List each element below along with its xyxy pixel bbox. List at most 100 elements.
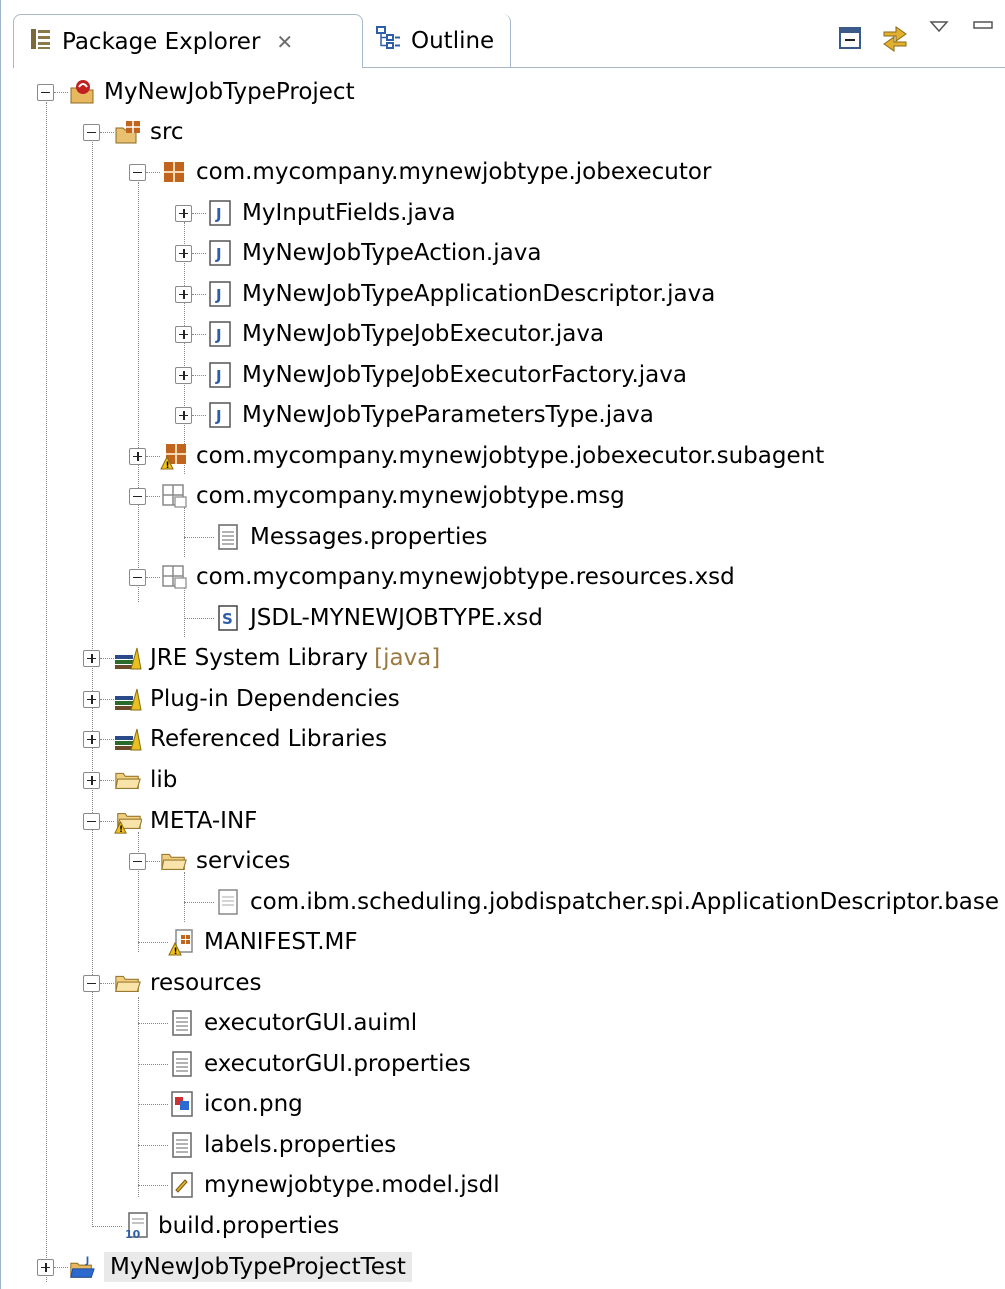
tree-item-resource-file[interactable]: mynewjobtype.model.jsdl <box>138 1165 500 1205</box>
tree-item-java-file[interactable]: J MyNewJobTypeAction.java <box>175 233 541 273</box>
tree-item-resources-folder[interactable]: resources <box>83 963 261 1003</box>
tab-package-explorer[interactable]: Package Explorer ✕ <box>13 14 363 68</box>
close-icon[interactable]: ✕ <box>276 30 293 54</box>
project-icon: J <box>68 1253 96 1281</box>
tree-item-test-project[interactable]: J MyNewJobTypeProjectTest <box>37 1247 412 1287</box>
tree-item-properties-file[interactable]: Messages.properties <box>184 517 487 557</box>
tree-item-java-file[interactable]: J MyInputFields.java <box>175 193 456 233</box>
tree-item-services-folder[interactable]: services <box>129 841 290 881</box>
outline-icon <box>375 26 401 56</box>
tree-item-package-subagent[interactable]: ! com.mycompany.mynewjobtype.jobexecutor… <box>129 436 824 476</box>
file-icon <box>214 888 242 916</box>
tree-item-label: com.mycompany.mynewjobtype.jobexecutor.s… <box>196 443 825 469</box>
tree-item-label: lib <box>150 767 178 793</box>
view-menu-icon <box>929 21 949 33</box>
expand-toggle[interactable] <box>175 204 192 222</box>
collapse-toggle[interactable] <box>83 123 100 141</box>
view-menu-button[interactable] <box>924 10 954 44</box>
tree-item-package-jobexecutor[interactable]: com.mycompany.mynewjobtype.jobexecutor <box>129 152 711 192</box>
tree-item-meta-inf-folder[interactable]: ! META-INF <box>83 801 257 841</box>
tree-item-label: MyNewJobTypeProjectTest <box>104 1252 412 1282</box>
tree-item-package-resources-xsd[interactable]: com.mycompany.mynewjobtype.resources.xsd <box>129 557 735 597</box>
expand-toggle[interactable] <box>175 244 192 262</box>
xsd-file-icon: S <box>214 604 242 632</box>
tree-item-resource-file[interactable]: labels.properties <box>138 1125 396 1165</box>
expand-toggle[interactable] <box>83 690 100 708</box>
tree-item-src[interactable]: src <box>83 112 184 152</box>
tab-divider <box>363 67 1005 68</box>
svg-text:!: ! <box>119 824 123 834</box>
tree-item-label: MyNewJobTypeParametersType.java <box>242 402 654 428</box>
properties-file-icon: 10 <box>122 1212 150 1240</box>
folder-open-icon <box>160 847 188 875</box>
tree-item-referenced-libraries[interactable]: Referenced Libraries <box>83 719 387 759</box>
tree-item-java-file[interactable]: J MyNewJobTypeJobExecutorFactory.java <box>175 355 687 395</box>
view-tab-bar: Package Explorer ✕ Outline <box>1 0 1005 70</box>
tree-item-label: com.mycompany.mynewjobtype.resources.xsd <box>196 564 735 590</box>
project-icon <box>68 78 96 106</box>
expand-toggle[interactable] <box>175 325 192 343</box>
expand-toggle[interactable] <box>83 649 100 667</box>
tree-item-label: MyNewJobTypeProject <box>104 79 355 105</box>
tree-item-xsd-file[interactable]: S JSDL-MYNEWJOBTYPE.xsd <box>184 598 543 638</box>
collapse-toggle[interactable] <box>37 83 54 101</box>
tree-item-label: mynewjobtype.model.jsdl <box>204 1172 500 1198</box>
tree-item-label: src <box>150 119 184 145</box>
tree-item-build-properties[interactable]: 10 build.properties <box>92 1206 339 1246</box>
link-with-editor-button[interactable] <box>880 20 910 54</box>
tree-guide-line <box>138 182 139 602</box>
tree-item-project[interactable]: MyNewJobTypeProject <box>37 72 355 112</box>
tree-item-label: Messages.properties <box>250 524 488 550</box>
tree-item-label: executorGUI.auiml <box>204 1010 418 1036</box>
source-folder-icon <box>114 118 142 146</box>
collapse-toggle[interactable] <box>129 163 146 181</box>
collapse-all-button[interactable] <box>836 22 866 56</box>
tree-item-label: executorGUI.properties <box>204 1051 471 1077</box>
minimize-button[interactable] <box>968 8 998 42</box>
svg-text:10: 10 <box>125 1228 141 1240</box>
expand-toggle[interactable] <box>37 1258 54 1276</box>
expand-toggle[interactable] <box>83 771 100 789</box>
expand-toggle[interactable] <box>129 447 146 465</box>
tree-item-jre-library[interactable]: JRE System Library [java] <box>83 638 440 678</box>
svg-text:J: J <box>215 326 222 344</box>
tree-item-resource-file[interactable]: executorGUI.auiml <box>138 1003 417 1043</box>
tree-item-label: MyInputFields.java <box>242 200 456 226</box>
tree-item-label: MANIFEST.MF <box>204 929 358 955</box>
tree-item-java-file[interactable]: J MyNewJobTypeJobExecutor.java <box>175 314 604 354</box>
tree-item-label: Plug-in Dependencies <box>150 686 400 712</box>
expand-toggle[interactable] <box>175 406 192 424</box>
view-toolbar <box>836 14 998 56</box>
collapse-toggle[interactable] <box>129 487 146 505</box>
tree-item-resource-file[interactable]: icon.png <box>138 1084 303 1124</box>
tree-item-plugin-dependencies[interactable]: Plug-in Dependencies <box>83 679 400 719</box>
collapse-toggle[interactable] <box>83 812 100 830</box>
folder-open-icon <box>114 969 142 997</box>
tree-item-service-file[interactable]: com.ibm.scheduling.jobdispatcher.spi.App… <box>184 882 999 922</box>
tree-item-label: com.mycompany.mynewjobtype.msg <box>196 483 625 509</box>
tree-item-label: MyNewJobTypeAction.java <box>242 240 542 266</box>
tree-item-lib-folder[interactable]: lib <box>83 760 177 800</box>
collapse-toggle[interactable] <box>129 568 146 586</box>
text-file-icon <box>214 523 242 551</box>
svg-text:J: J <box>215 367 222 385</box>
tree-item-label: com.mycompany.mynewjobtype.jobexecutor <box>196 159 712 185</box>
tree-item-java-file[interactable]: J MyNewJobTypeParametersType.java <box>175 395 654 435</box>
expand-toggle[interactable] <box>175 366 192 384</box>
svg-text:J: J <box>85 1255 89 1266</box>
tree-item-label: MyNewJobTypeJobExecutorFactory.java <box>242 362 687 388</box>
tab-outline[interactable]: Outline <box>361 14 511 68</box>
java-file-icon: J <box>206 199 234 227</box>
expand-toggle[interactable] <box>175 285 192 303</box>
tree-item-manifest[interactable]: ! MANIFEST.MF <box>138 922 358 962</box>
tree-item-java-file[interactable]: J MyNewJobTypeApplicationDescriptor.java <box>175 274 715 314</box>
text-file-icon <box>168 1131 196 1159</box>
tree-item-resource-file[interactable]: executorGUI.properties <box>138 1044 471 1084</box>
tree-item-label: build.properties <box>158 1213 340 1239</box>
text-file-icon <box>168 1009 196 1037</box>
tree-item-package-msg[interactable]: com.mycompany.mynewjobtype.msg <box>129 476 625 516</box>
tree-item-label: com.ibm.scheduling.jobdispatcher.spi.App… <box>250 889 1000 915</box>
collapse-toggle[interactable] <box>129 852 146 870</box>
collapse-toggle[interactable] <box>83 974 100 992</box>
expand-toggle[interactable] <box>83 730 100 748</box>
